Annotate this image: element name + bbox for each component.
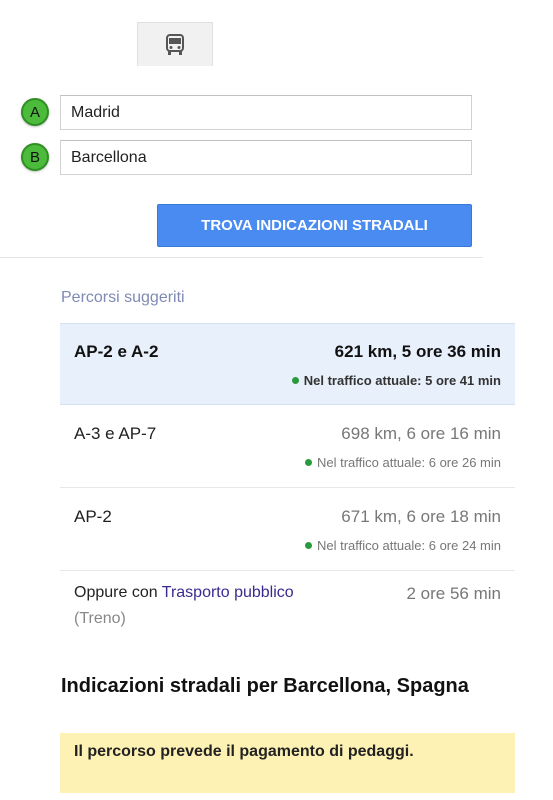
transit-alternative-text: Oppure con Trasporto pubblico	[74, 584, 294, 602]
route-option-2[interactable]: A-3 e AP-7 698 km, 6 ore 16 min Nel traf…	[60, 406, 515, 488]
route-summary: 671 km, 6 ore 18 min	[341, 507, 501, 526]
route-name: AP-2 e A-2	[74, 342, 159, 361]
route-traffic: Nel traffico attuale: 6 ore 24 min	[304, 538, 501, 553]
transit-time: 2 ore 56 min	[406, 584, 502, 603]
route-summary: 698 km, 6 ore 16 min	[341, 424, 501, 443]
route-name: A-3 e AP-7	[74, 424, 157, 443]
transit-alternative: Oppure con Trasporto pubblico (Treno) 2 …	[60, 572, 515, 642]
route-traffic: Nel traffico attuale: 5 ore 41 min	[291, 373, 501, 388]
route-traffic: Nel traffico attuale: 6 ore 26 min	[304, 455, 501, 470]
waypoint-marker-a: A	[21, 98, 49, 126]
bus-icon	[166, 33, 184, 55]
find-directions-button[interactable]: TROVA INDICAZIONI STRADALI	[157, 204, 472, 247]
transit-prefix: Oppure con	[74, 584, 158, 601]
suggested-routes-title: Percorsi suggeriti	[61, 289, 185, 306]
traffic-text: Nel traffico attuale: 5 ore 41 min	[303, 373, 501, 388]
directions-heading: Indicazioni stradali per Barcellona, Spa…	[61, 675, 469, 697]
transit-mode-tab[interactable]	[137, 22, 213, 66]
destination-input[interactable]	[60, 140, 472, 175]
transit-mode-label: (Treno)	[74, 610, 126, 627]
traffic-dot-icon	[304, 459, 312, 466]
traffic-dot-icon	[291, 377, 299, 384]
traffic-dot-icon	[304, 542, 312, 549]
origin-input[interactable]	[60, 95, 472, 130]
traffic-text: Nel traffico attuale: 6 ore 26 min	[316, 455, 501, 470]
route-option-3[interactable]: AP-2 671 km, 6 ore 18 min Nel traffico a…	[60, 489, 515, 571]
divider	[0, 257, 483, 258]
route-name: AP-2	[74, 507, 112, 526]
route-option-1[interactable]: AP-2 e A-2 621 km, 5 ore 36 min Nel traf…	[60, 323, 515, 405]
waypoint-marker-b: B	[21, 143, 49, 171]
route-summary: 621 km, 5 ore 36 min	[334, 342, 501, 361]
traffic-text: Nel traffico attuale: 6 ore 24 min	[316, 538, 501, 553]
public-transport-link[interactable]: Trasporto pubblico	[162, 584, 294, 601]
toll-notice: Il percorso prevede il pagamento di peda…	[60, 733, 515, 793]
